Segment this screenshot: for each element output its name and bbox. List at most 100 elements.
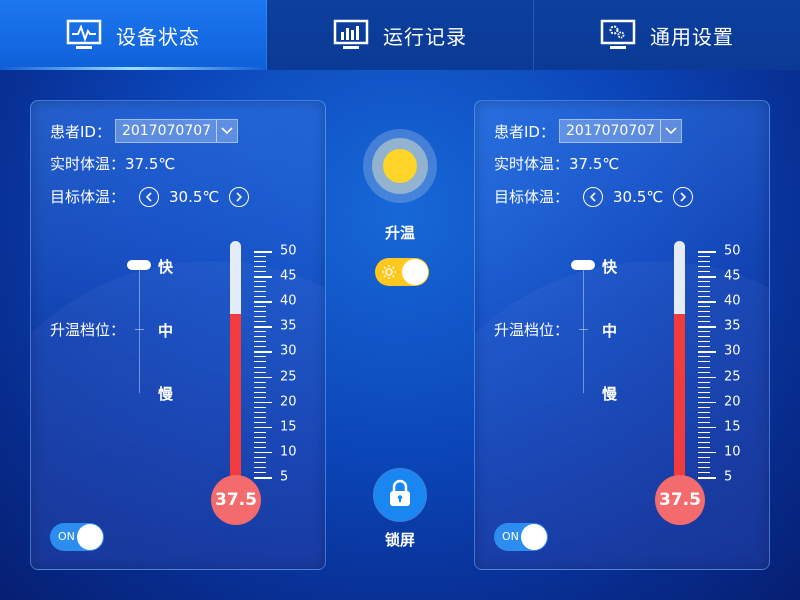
decrease-target-button[interactable] [139, 186, 160, 207]
patient-id-dropdown[interactable]: 2017070707 [114, 119, 239, 143]
scale-tick [254, 266, 266, 268]
device-panel-right: 患者ID： 2017070707 实时体温： 37.5℃ 目标体温： 30.5℃… [474, 100, 770, 570]
scale-label: 25 [724, 369, 741, 385]
scale-tick [698, 396, 710, 398]
speed-option-slow[interactable]: 慢 [158, 383, 173, 404]
scale-tick [254, 366, 266, 368]
heat-mode-button[interactable] [363, 129, 437, 203]
lock-screen-button[interactable] [374, 469, 426, 521]
speed-slider-tick [135, 329, 144, 330]
scale-tick [254, 381, 266, 383]
speed-option-medium[interactable]: 中 [602, 320, 617, 341]
scale-label: 5 [280, 469, 289, 485]
scale-tick [698, 286, 710, 288]
speed-option-fast[interactable]: 快 [602, 256, 617, 277]
thermometer-mercury [230, 313, 241, 491]
scale-tick [254, 301, 272, 303]
scale-tick [254, 321, 266, 323]
patient-id-row: 患者ID： 2017070707 [494, 119, 683, 143]
sun-icon [372, 138, 428, 194]
top-nav: 设备状态 运行记录 通用设置 [0, 0, 800, 70]
monitor-pulse-icon [66, 19, 102, 51]
scale-tick [254, 396, 266, 398]
scale-tick [698, 456, 710, 458]
scale-tick [698, 406, 710, 408]
scale-tick [254, 256, 266, 258]
thermometer-bulb: 37.5 [211, 475, 261, 525]
scale-label: 10 [724, 444, 741, 460]
speed-option-fast[interactable]: 快 [158, 256, 173, 277]
scale-tick [254, 306, 266, 308]
scale-tick [254, 401, 272, 404]
target-temp-row: 目标体温： 30.5℃ [494, 186, 694, 207]
scale-tick [698, 381, 710, 383]
scale-label: 50 [724, 243, 741, 259]
speed-option-medium[interactable]: 中 [158, 320, 173, 341]
scale-tick [254, 346, 266, 348]
heat-toggle[interactable] [375, 258, 429, 286]
chevron-right-icon [235, 188, 243, 206]
scale-label: 35 [724, 318, 741, 334]
scale-tick [254, 281, 266, 283]
scale-tick [698, 391, 710, 393]
patient-id-value: 2017070707 [121, 123, 212, 139]
scale-label: 30 [280, 343, 297, 359]
scale-tick [254, 316, 266, 318]
speed-option-slow[interactable]: 慢 [602, 383, 617, 404]
scale-tick [698, 276, 716, 278]
chevron-right-icon [679, 188, 687, 206]
scale-tick [698, 341, 710, 343]
scale-tick [698, 376, 716, 379]
increase-target-button[interactable] [229, 186, 250, 207]
scale-tick [254, 416, 266, 418]
scale-tick [254, 261, 266, 263]
scale-tick [698, 411, 710, 413]
scale-tick [698, 356, 710, 358]
lock-icon [387, 478, 413, 512]
scale-label: 45 [724, 268, 741, 284]
scale-tick [254, 296, 266, 298]
scale-tick [254, 426, 272, 429]
scale-tick [254, 376, 272, 379]
scale-label: 15 [724, 419, 741, 435]
tab-run-records[interactable]: 运行记录 [267, 0, 534, 70]
speed-level-label: 升温档位： [50, 321, 126, 339]
scale-tick [254, 466, 266, 468]
increase-target-button[interactable] [673, 186, 694, 207]
scale-tick [698, 316, 710, 318]
monitor-bar-chart-icon [333, 19, 369, 51]
speed-slider-knob[interactable] [571, 260, 595, 270]
scale-tick [254, 341, 266, 343]
chevron-down-icon [660, 120, 681, 142]
target-temp-row: 目标体温： 30.5℃ [50, 186, 250, 207]
scale-tick [254, 421, 266, 423]
current-temp-label: 实时体温： [494, 155, 570, 173]
scale-tick [254, 431, 266, 433]
decrease-target-button[interactable] [583, 186, 604, 207]
chevron-left-icon [589, 188, 597, 206]
scale-tick [698, 361, 710, 363]
scale-tick [698, 326, 716, 328]
speed-slider-knob[interactable] [127, 260, 151, 270]
patient-id-dropdown[interactable]: 2017070707 [558, 119, 683, 143]
scale-tick [254, 291, 266, 293]
current-temp-label: 实时体温： [50, 155, 126, 173]
current-temp-value: 37.5℃ [569, 154, 620, 173]
scale-tick [254, 271, 266, 273]
scale-tick [698, 421, 710, 423]
scale-tick [698, 251, 716, 253]
scale-tick [698, 441, 710, 443]
scale-tick [698, 416, 710, 418]
target-temp-label: 目标体温： [494, 188, 570, 206]
scale-tick [698, 266, 710, 268]
tab-device-status[interactable]: 设备状态 [0, 0, 267, 70]
scale-label: 40 [724, 293, 741, 309]
scale-tick [698, 366, 710, 368]
patient-id-label: 患者ID： [494, 122, 555, 141]
thermometer-value: 37.5 [215, 490, 257, 510]
scale-tick [698, 477, 716, 479]
tab-general-settings[interactable]: 通用设置 [534, 0, 800, 70]
thermometer-scale: 50 45 40 35 30 25 20 15 10 5 [698, 244, 741, 485]
target-temp-value: 30.5℃ [613, 187, 664, 206]
scale-tick [698, 401, 716, 404]
